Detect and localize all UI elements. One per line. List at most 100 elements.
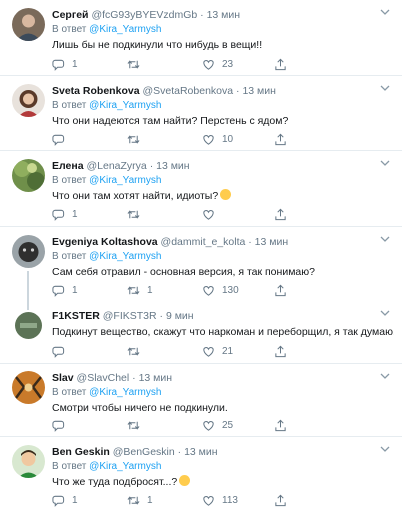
share-icon (275, 208, 286, 220)
tweet[interactable]: Ben Geskin @BenGeskin · 13 мин В ответ @… (0, 437, 402, 509)
mention-link[interactable]: @Kira_Yarmysh (89, 387, 161, 398)
like-count: 23 (222, 58, 234, 70)
replying-label: В ответ (52, 387, 87, 398)
tweet-header: Елена @LenaZyrya · 13 мин (52, 159, 394, 173)
timestamp[interactable]: 13 мин (242, 85, 275, 97)
replying-to: В ответ @Kira_Yarmysh (52, 23, 394, 36)
mention-link[interactable]: @Kira_Yarmysh (89, 175, 161, 186)
retweet-button[interactable] (127, 418, 147, 432)
tweet-header: F1KSTER @FIKST3R · 9 мин (52, 309, 394, 323)
share-button[interactable] (274, 418, 287, 432)
chevron-down-icon[interactable] (380, 84, 390, 92)
retweet-button[interactable]: 1 (127, 493, 153, 507)
chevron-down-icon[interactable] (380, 372, 390, 380)
retweet-button[interactable]: 1 (127, 283, 153, 297)
author-name[interactable]: Sveta Robenkova (52, 85, 140, 97)
replying-label: В ответ (52, 461, 87, 472)
timestamp[interactable]: 13 мин (184, 446, 217, 458)
reply-icon (52, 59, 65, 71)
retweet-button[interactable] (127, 132, 147, 146)
share-button[interactable] (274, 132, 287, 146)
author-handle[interactable]: @fcG93yBYEVzdmGb (91, 9, 197, 21)
tweet-header: Сергей @fcG93yBYEVzdmGb · 13 мин (52, 8, 394, 22)
replying-label: В ответ (52, 251, 87, 262)
avatar[interactable] (12, 84, 45, 117)
author-handle[interactable]: @SlavChel (77, 372, 130, 384)
tweet-text: Что они там хотят найти, идиоты? (52, 189, 394, 203)
avatar[interactable] (12, 445, 45, 478)
author-name[interactable]: Ben Geskin (52, 446, 110, 458)
tweet[interactable]: Evgeniya Koltashova @dammit_e_kolta · 13… (0, 227, 402, 302)
reply-button[interactable]: 1 (52, 207, 78, 221)
author-name[interactable]: Елена (52, 160, 84, 172)
chevron-down-icon[interactable] (380, 445, 390, 453)
chevron-down-icon[interactable] (380, 235, 390, 243)
like-button[interactable]: 10 (202, 132, 233, 146)
tweet[interactable]: Сергей @fcG93yBYEVzdmGb · 13 мин В ответ… (0, 0, 402, 76)
avatar[interactable] (12, 8, 45, 41)
like-button[interactable]: 23 (202, 57, 233, 71)
retweet-icon (127, 134, 140, 144)
tweet[interactable]: F1KSTER @FIKST3R · 9 мин Подкинут вещест… (0, 302, 402, 364)
chevron-down-icon[interactable] (380, 309, 390, 317)
retweet-button[interactable] (127, 57, 147, 71)
mention-link[interactable]: @Kira_Yarmysh (89, 24, 161, 35)
share-button[interactable] (274, 493, 287, 507)
reply-button[interactable] (52, 344, 72, 358)
reply-icon (52, 134, 65, 146)
heart-icon (203, 495, 214, 506)
retweet-button[interactable] (127, 344, 147, 358)
avatar[interactable] (12, 235, 45, 268)
tweet[interactable]: Slav @SlavChel · 13 мин В ответ @Kira_Ya… (0, 364, 402, 437)
timestamp[interactable]: 13 мин (207, 9, 240, 21)
timestamp[interactable]: 13 мин (139, 372, 172, 384)
reply-button[interactable]: 1 (52, 283, 78, 297)
tweet-text: Что они надеются там найти? Перстень с я… (52, 115, 289, 127)
chevron-down-icon[interactable] (380, 159, 390, 167)
retweet-icon (127, 420, 140, 430)
author-name[interactable]: F1KSTER (52, 310, 100, 322)
share-button[interactable] (274, 344, 287, 358)
share-button[interactable] (274, 207, 287, 221)
avatar[interactable] (15, 312, 42, 339)
author-name[interactable]: Evgeniya Koltashova (52, 236, 158, 248)
like-button[interactable]: 21 (202, 344, 233, 358)
author-name[interactable]: Сергей (52, 9, 89, 21)
like-button[interactable]: 25 (202, 418, 233, 432)
tweet[interactable]: Sveta Robenkova @SvetaRobenkova · 13 мин… (0, 76, 402, 151)
author-handle[interactable]: @FIKST3R (103, 310, 157, 322)
mention-link[interactable]: @Kira_Yarmysh (89, 461, 161, 472)
timestamp[interactable]: 13 мин (156, 160, 189, 172)
like-button[interactable]: 113 (202, 493, 238, 507)
share-button[interactable] (274, 283, 287, 297)
separator-dot: · (200, 9, 204, 21)
reply-count: 1 (72, 58, 78, 70)
reply-button[interactable] (52, 418, 72, 432)
reply-count: 1 (72, 284, 78, 296)
chevron-down-icon[interactable] (380, 8, 390, 16)
author-handle[interactable]: @LenaZyrya (86, 160, 146, 172)
timestamp[interactable]: 13 мин (255, 236, 288, 248)
mention-link[interactable]: @Kira_Yarmysh (89, 100, 161, 111)
author-name[interactable]: Slav (52, 372, 74, 384)
replying-label: В ответ (52, 100, 87, 111)
replying-label: В ответ (52, 24, 87, 35)
share-button[interactable] (274, 57, 287, 71)
reply-button[interactable]: 1 (52, 493, 78, 507)
tweet-text: Что же туда подбросят...? (52, 475, 394, 489)
mention-link[interactable]: @Kira_Yarmysh (89, 251, 161, 262)
reply-button[interactable] (52, 132, 72, 146)
timestamp[interactable]: 9 мин (166, 310, 194, 322)
retweet-icon (127, 59, 140, 69)
author-handle[interactable]: @dammit_e_kolta (161, 236, 246, 248)
avatar[interactable] (12, 159, 45, 192)
avatar[interactable] (12, 371, 45, 404)
reply-button[interactable]: 1 (52, 57, 78, 71)
tweet[interactable]: Елена @LenaZyrya · 13 мин В ответ @Kira_… (0, 151, 402, 227)
reply-icon (52, 495, 65, 507)
like-button[interactable]: 130 (202, 283, 239, 297)
like-button[interactable] (202, 207, 222, 221)
author-handle[interactable]: @SvetaRobenkova (142, 85, 233, 97)
retweet-button[interactable] (127, 207, 147, 221)
author-handle[interactable]: @BenGeskin (113, 446, 175, 458)
